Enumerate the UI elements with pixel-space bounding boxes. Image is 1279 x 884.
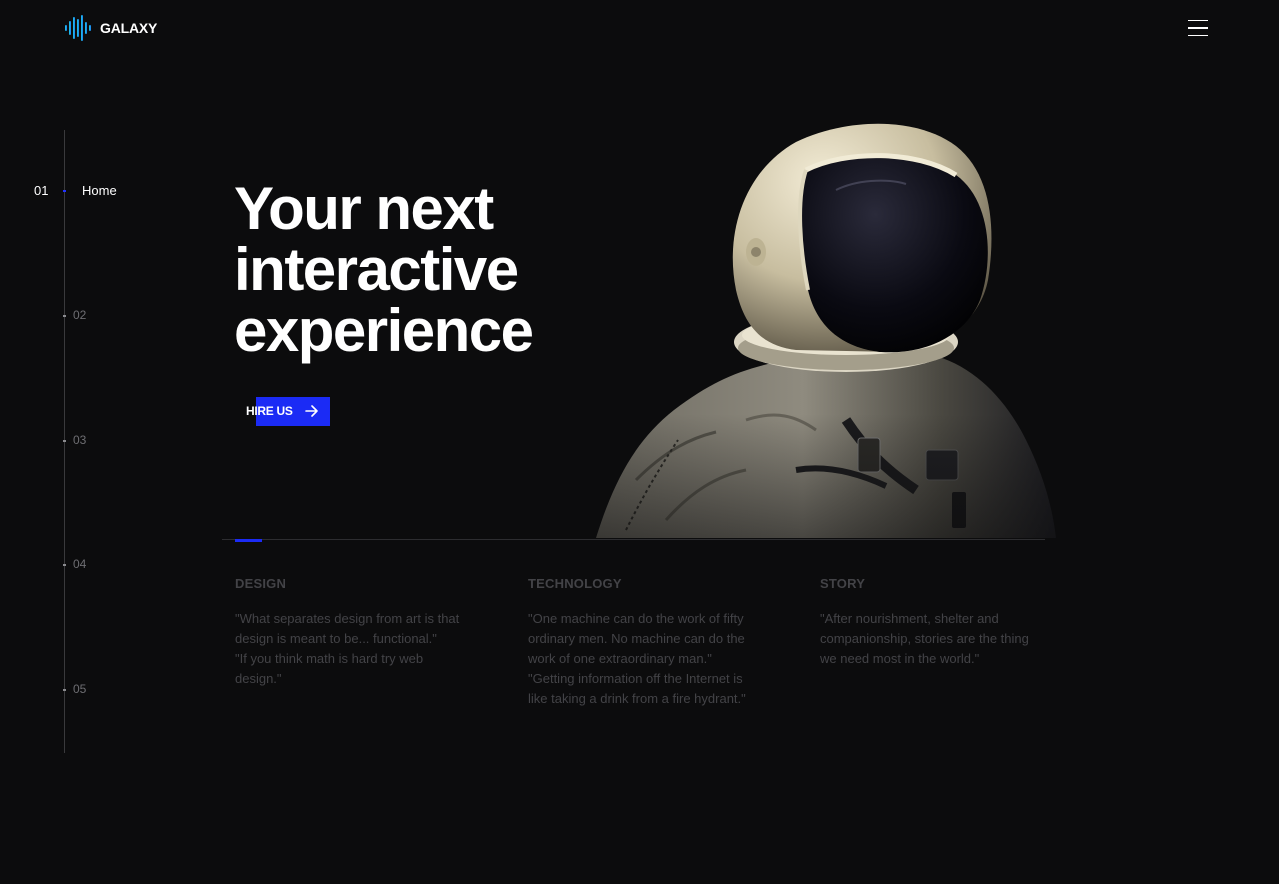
feature-title: DESIGN xyxy=(235,576,287,591)
brand-name: GALAXY xyxy=(100,20,158,36)
slide-nav-dot xyxy=(63,564,66,566)
feature-story: STORY "After nourishment, shelter and co… xyxy=(820,576,1045,669)
slide-nav-label: Home xyxy=(82,183,117,198)
slide-nav-item-05[interactable]: 05 xyxy=(0,682,100,698)
feature-title: STORY xyxy=(820,576,866,591)
slide-nav-item-01[interactable]: 01 Home xyxy=(0,183,140,199)
hero-title: Your next interactive experience xyxy=(234,178,654,361)
feature-title: TECHNOLOGY xyxy=(528,576,622,591)
feature-quote: "If you think math is hard try web desig… xyxy=(235,651,424,686)
astronaut-image xyxy=(596,120,1058,540)
slide-nav-number: 03 xyxy=(73,433,87,447)
slide-nav-item-03[interactable]: 03 xyxy=(0,433,100,449)
feature-quote: "After nourishment, shelter and companio… xyxy=(820,611,1029,666)
soundwave-logo-icon xyxy=(65,15,91,41)
hero-title-line: experience xyxy=(234,297,534,364)
hero-title-line: Your next xyxy=(234,175,494,242)
slide-progress-indicator xyxy=(235,539,262,542)
slide-nav-dot xyxy=(63,689,66,691)
feature-quote: "Getting information off the Internet is… xyxy=(528,671,746,706)
slide-nav-number: 01 xyxy=(34,183,49,198)
hire-us-label: HIRE US xyxy=(246,404,293,418)
slide-nav-number: 05 xyxy=(73,682,87,696)
slide-nav-item-02[interactable]: 02 xyxy=(0,308,100,324)
page: GALAXY 01 Home 02 03 04 05 Your next int… xyxy=(0,0,1279,884)
feature-quote: "What separates design from art is that … xyxy=(235,611,460,646)
hamburger-menu-icon[interactable] xyxy=(1178,14,1208,42)
hire-us-button[interactable]: HIRE US xyxy=(244,397,334,426)
section-divider xyxy=(222,539,1045,540)
slide-nav-dot xyxy=(63,440,66,442)
arrow-right-icon xyxy=(305,405,318,417)
slide-nav-dot xyxy=(63,190,66,192)
slide-nav-number: 02 xyxy=(73,308,87,322)
brand-link[interactable]: GALAXY xyxy=(64,14,157,42)
feature-technology: TECHNOLOGY "One machine can do the work … xyxy=(528,576,758,709)
slide-nav-dot xyxy=(63,315,66,317)
hero-title-line: interactive xyxy=(234,236,519,303)
feature-quote: "One machine can do the work of fifty or… xyxy=(528,611,745,666)
slide-nav-number: 04 xyxy=(73,557,87,571)
slide-nav-item-04[interactable]: 04 xyxy=(0,557,100,573)
feature-design: DESIGN "What separates design from art i… xyxy=(235,576,465,689)
